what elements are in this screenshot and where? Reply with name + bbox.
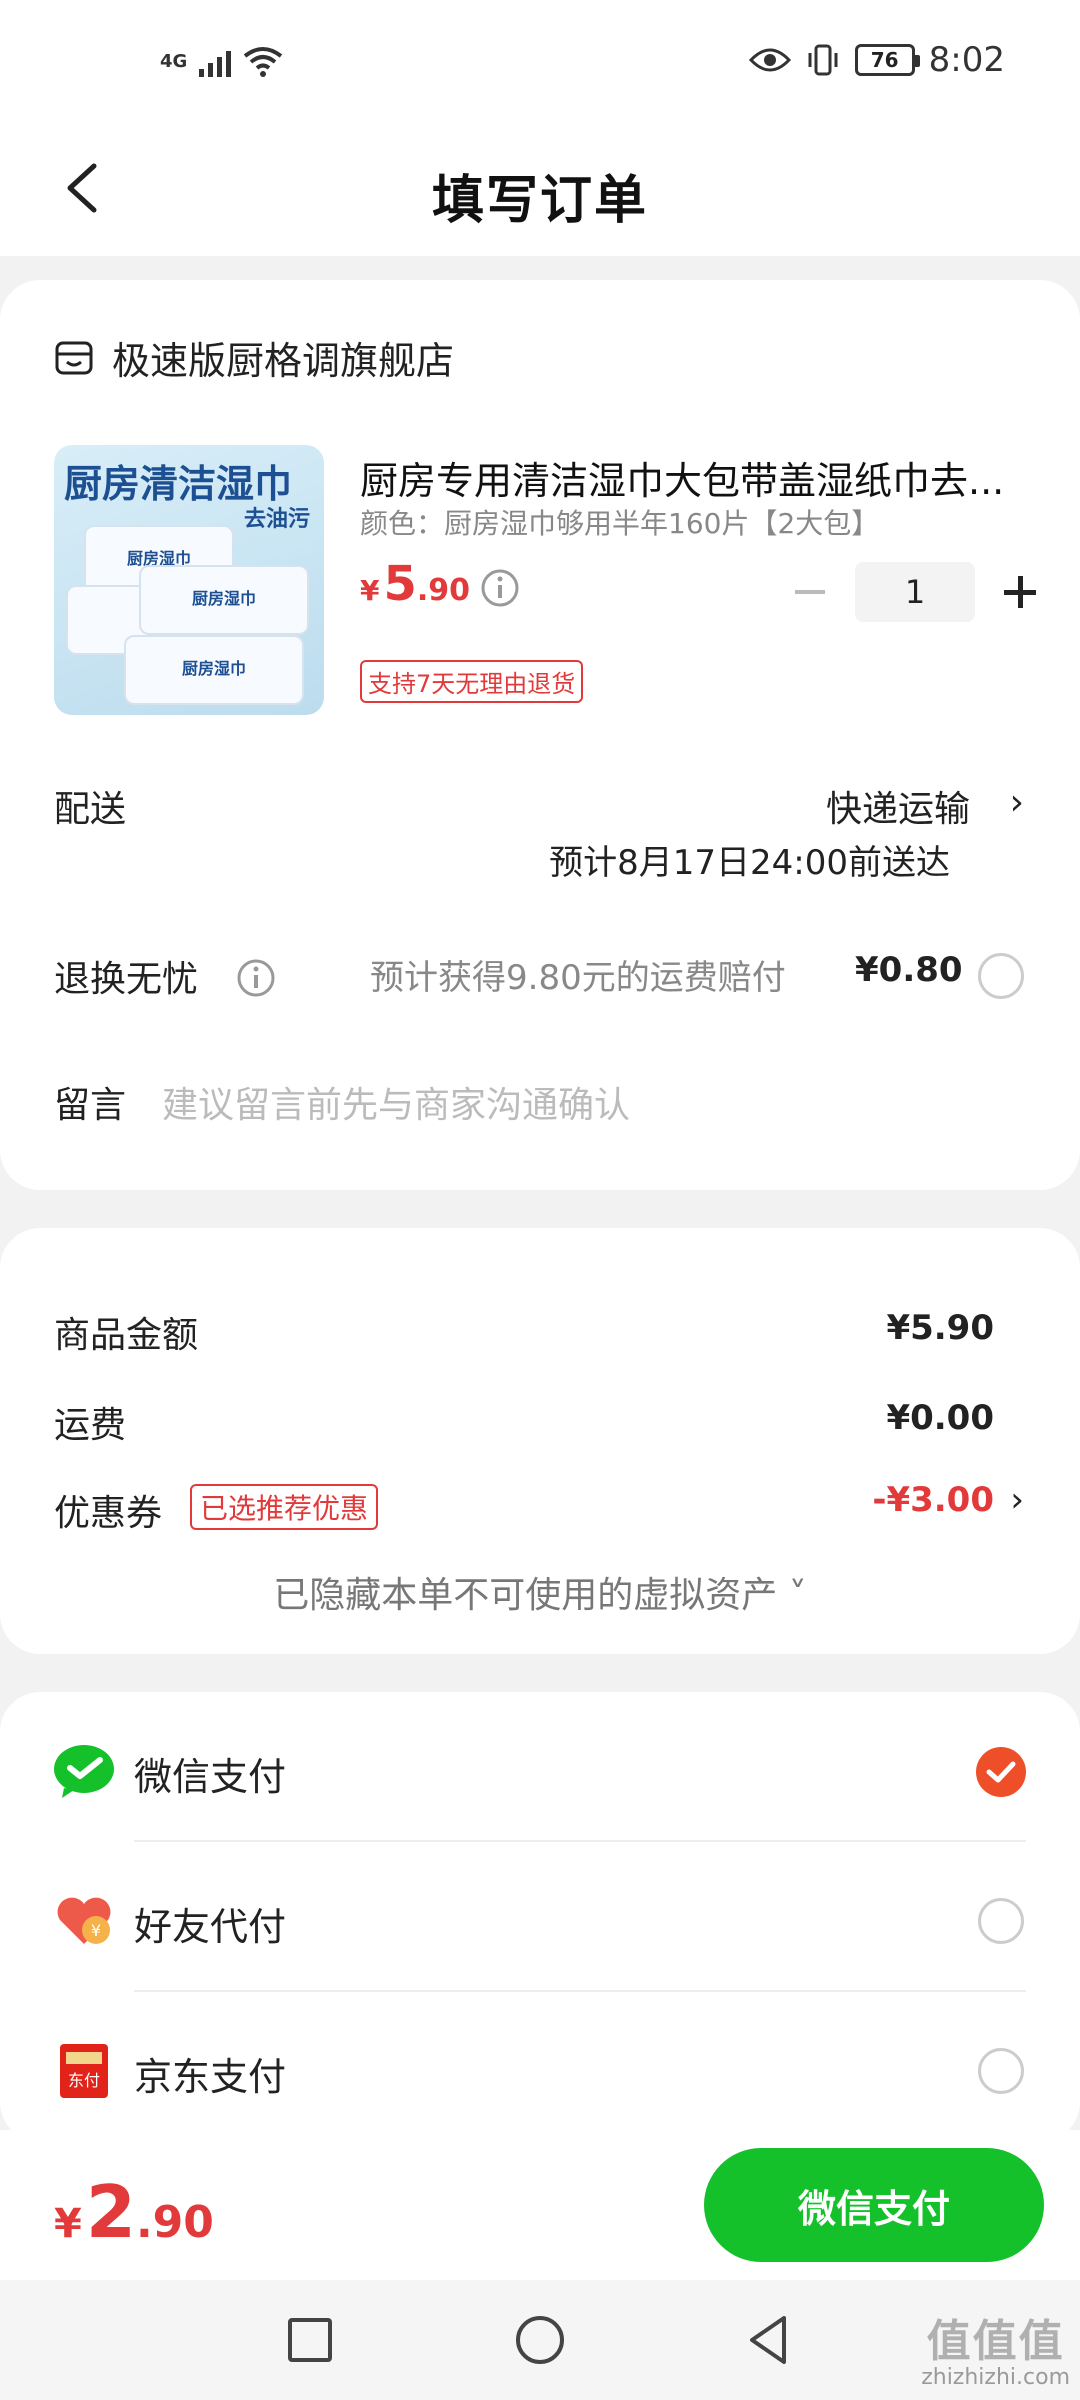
watermark-logo: 值值值 <box>926 2316 1065 2367</box>
payment-option-friend[interactable]: ¥ 好友代付 <box>0 1842 1080 1992</box>
payment-methods-card: 微信支付 ¥ 好友代付 东付 京东支付 <box>0 1692 1080 2142</box>
payment-option-wechat[interactable]: 微信支付 <box>0 1692 1080 1842</box>
coupon-badge: 已选推荐优惠 <box>190 1484 379 1530</box>
message-input[interactable]: 建议留言前先与商家沟通确认 <box>162 1076 630 1128</box>
chevron-right-icon[interactable]: › <box>1010 1480 1024 1520</box>
return-insurance-desc: 预计获得9.80元的运费赔付 <box>370 958 786 998</box>
checkout-bar: ¥ 2 .90 微信支付 <box>0 2130 1080 2280</box>
friend-pay-heart-icon: ¥ <box>57 1897 111 1944</box>
wechat-pay-label: 微信支付 <box>134 1755 287 1799</box>
amount-summary-card: 商品金额 ¥5.90 运费 ¥0.00 优惠券 已选推荐优惠 -¥3.00 › … <box>0 1228 1080 1654</box>
product-image-title: 厨房清洁湿巾 <box>64 462 293 506</box>
total-integer: 2 <box>85 2170 136 2254</box>
total-price: ¥ 2 .90 <box>54 2170 214 2254</box>
watermark-url: zhizhizhi.com <box>921 2365 1070 2391</box>
delivery-method[interactable]: 快递运输 <box>826 780 970 832</box>
price-currency: ¥ <box>360 574 380 607</box>
price-integer: 5 <box>383 556 417 612</box>
order-card: 极速版厨格调旗舰店 厨房清洁湿巾 去油污 厨房湿巾 厨房湿巾 厨房湿巾 厨房专用… <box>0 280 1080 1190</box>
store-link[interactable]: 极速版厨格调旗舰店 <box>54 330 454 385</box>
total-currency: ¥ <box>54 2201 82 2247</box>
friend-pay-radio[interactable] <box>978 1898 1024 1944</box>
delivery-eta: 预计8月17日24:00前送达 <box>549 843 950 883</box>
signal-icon <box>199 47 232 77</box>
page-header: 填写订单 <box>0 120 1080 256</box>
coupon-value[interactable]: -¥3.00 <box>872 1480 994 1520</box>
return-policy-badge: 支持7天无理由退货 <box>360 660 584 703</box>
increase-button[interactable] <box>990 562 1050 622</box>
chevron-right-icon[interactable]: › <box>1010 782 1024 823</box>
store-name: 极速版厨格调旗舰店 <box>112 339 455 383</box>
coupon-label: 优惠券 <box>54 1493 163 1534</box>
info-icon[interactable] <box>236 958 276 998</box>
quantity-value[interactable]: 1 <box>855 562 975 622</box>
clock: 8:02 <box>928 40 1005 80</box>
hidden-assets-toggle[interactable]: 已隐藏本单不可使用的虚拟资产 ˅ <box>0 1566 1080 1618</box>
quantity-stepper: 1 <box>780 560 1050 624</box>
status-bar-left: 4G <box>160 46 283 78</box>
jd-pay-icon: 东付 <box>60 2044 108 2098</box>
recent-apps-icon[interactable] <box>280 2310 340 2370</box>
shipping-fee-label: 运费 <box>54 1405 127 1446</box>
price-decimal: .90 <box>416 573 471 608</box>
minus-icon <box>795 590 825 594</box>
goods-amount-label: 商品金额 <box>54 1315 199 1356</box>
product-pack: 厨房湿巾 <box>124 635 304 705</box>
total-decimal: .90 <box>135 2197 214 2248</box>
pack-label: 厨房湿巾 <box>181 659 247 678</box>
product-image-subtitle: 去油污 <box>243 507 310 532</box>
wifi-icon <box>244 47 283 77</box>
status-bar-right: 76 8:02 <box>748 40 1005 80</box>
battery-level: 76 <box>870 48 899 72</box>
system-nav-bar <box>0 2280 1080 2400</box>
product-price: ¥ 5 .90 <box>360 556 470 612</box>
delivery-label: 配送 <box>54 789 127 830</box>
eye-icon <box>748 48 791 72</box>
product-spec[interactable]: 颜色：厨房湿巾够用半年160片【2大包】 <box>360 502 879 542</box>
back-nav-icon[interactable] <box>740 2310 800 2370</box>
friend-pay-label: 好友代付 <box>134 1905 287 1949</box>
svg-text:东付: 东付 <box>68 2071 100 2090</box>
wechat-pay-icon <box>54 1745 114 1798</box>
pay-button[interactable]: 微信支付 <box>704 2148 1044 2262</box>
decrease-button[interactable] <box>780 562 840 622</box>
payment-option-jd[interactable]: 东付 京东支付 <box>0 1992 1080 2142</box>
home-icon[interactable] <box>510 2310 570 2370</box>
return-insurance-label: 退换无忧 <box>54 959 199 1000</box>
jd-pay-radio[interactable] <box>978 2048 1024 2094</box>
product-name[interactable]: 厨房专用清洁湿巾大包带盖湿纸巾去... <box>360 450 1025 505</box>
return-insurance-price: ¥0.80 <box>855 950 963 990</box>
vibrate-icon <box>808 44 838 76</box>
watermark: 值值值 zhizhizhi.com <box>921 2316 1070 2391</box>
selected-check-icon[interactable] <box>976 1747 1026 1797</box>
return-insurance-radio[interactable] <box>978 953 1024 999</box>
info-icon[interactable] <box>480 568 520 608</box>
battery-icon: 76 <box>854 44 920 76</box>
store-icon <box>55 341 93 374</box>
product-image[interactable]: 厨房清洁湿巾 去油污 厨房湿巾 厨房湿巾 厨房湿巾 <box>54 445 324 715</box>
page-title: 填写订单 <box>431 171 648 231</box>
network-type: 4G <box>160 51 188 72</box>
jd-pay-label: 京东支付 <box>134 2055 287 2099</box>
message-label: 留言 <box>54 1085 127 1126</box>
pack-label: 厨房湿巾 <box>191 589 257 608</box>
shipping-fee-value: ¥0.00 <box>886 1398 994 1438</box>
goods-amount-value: ¥5.90 <box>886 1308 994 1348</box>
svg-text:¥: ¥ <box>91 1921 101 1940</box>
product-pack: 厨房湿巾 <box>139 565 309 635</box>
status-bar: 4G 76 8:02 <box>0 0 1080 120</box>
